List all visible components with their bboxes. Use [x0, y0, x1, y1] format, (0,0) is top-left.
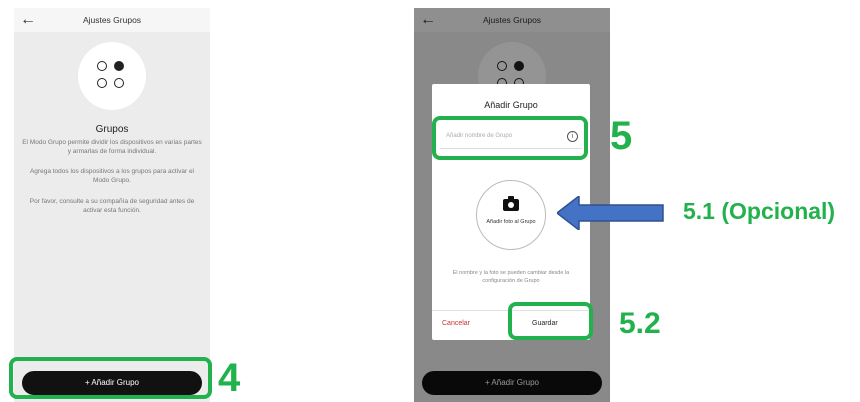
add-photo-label: Añadir foto al Grupo — [486, 219, 536, 225]
step-4-label: 4 — [218, 356, 241, 400]
step-5-label: 5 — [610, 114, 633, 158]
left-arrow-icon — [557, 196, 664, 230]
step-5-2-label: 5.2 — [619, 307, 661, 340]
groups-dots-icon — [97, 61, 127, 91]
dialog-note: El nombre y la foto se pueden cambiar de… — [452, 270, 570, 284]
step-5-1-label: 5.1 (Opcional) — [683, 198, 836, 224]
highlight-save — [508, 302, 593, 340]
section-title: Grupos — [95, 124, 129, 135]
groups-illustration — [78, 42, 146, 110]
camera-icon — [503, 196, 519, 211]
groups-settings-screen: ← Ajustes Grupos Grupos El Modo Grupo pe… — [14, 8, 210, 402]
app-header: ← Ajustes Grupos — [14, 8, 210, 32]
page-title: Ajustes Grupos — [82, 15, 142, 25]
dialog-title: Añadir Grupo — [484, 100, 538, 110]
description-paragraph: Por favor, consulte a su compañía de seg… — [29, 198, 195, 214]
highlight-add-group — [9, 357, 212, 399]
cancel-button[interactable]: Cancelar — [442, 320, 470, 327]
description-paragraph: Agrega todos los dispositivos a los grup… — [29, 168, 195, 184]
description-paragraph: El Modo Grupo permite dividir los dispos… — [22, 139, 202, 155]
highlight-group-name — [432, 116, 588, 160]
add-photo-button[interactable]: Añadir foto al Grupo — [476, 180, 546, 250]
